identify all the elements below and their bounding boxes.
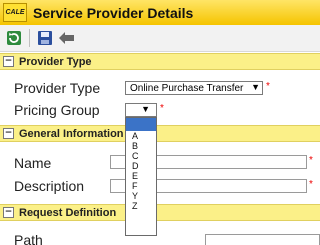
path-input[interactable] <box>205 234 320 245</box>
save-button[interactable] <box>35 28 55 48</box>
dropdown-option[interactable]: Z <box>126 201 156 211</box>
back-button[interactable] <box>57 28 77 48</box>
path-label: Path <box>14 232 43 245</box>
pricing-group-dropdown-list: A B C D E F Y Z <box>125 117 157 236</box>
dropdown-option[interactable]: F <box>126 181 156 191</box>
dropdown-arrow-icon: ▼ <box>141 104 150 114</box>
dropdown-option[interactable]: A <box>126 131 156 141</box>
section-request-definition[interactable]: − Request Definition <box>0 204 320 221</box>
provider-type-value: Online Purchase Transfer <box>130 82 244 94</box>
app-logo: CALE <box>3 3 27 22</box>
dropdown-option[interactable]: E <box>126 171 156 181</box>
name-label: Name <box>14 155 52 171</box>
collapse-icon[interactable]: − <box>3 207 14 218</box>
collapse-icon[interactable]: − <box>3 56 14 67</box>
section-title: Provider Type <box>19 55 92 68</box>
description-label: Description <box>14 178 85 194</box>
page-title: Service Provider Details <box>33 4 194 21</box>
required-marker: * <box>160 103 164 114</box>
refresh-button[interactable] <box>4 28 24 48</box>
pricing-group-select[interactable]: ▼ <box>125 103 157 117</box>
provider-type-label: Provider Type <box>14 80 101 96</box>
required-marker: * <box>309 155 313 166</box>
section-title: Request Definition <box>19 206 117 219</box>
required-marker: * <box>266 81 270 92</box>
dropdown-option[interactable]: C <box>126 151 156 161</box>
dropdown-option[interactable]: D <box>126 161 156 171</box>
dropdown-option[interactable]: B <box>126 141 156 151</box>
toolbar-separator <box>29 29 30 47</box>
section-title: General Information <box>19 127 124 140</box>
dropdown-option[interactable]: Y <box>126 191 156 201</box>
collapse-icon[interactable]: − <box>3 128 14 139</box>
toolbar <box>0 25 320 52</box>
title-bar: CALE Service Provider Details <box>0 0 320 25</box>
dropdown-arrow-icon: ▼ <box>251 82 260 92</box>
save-icon <box>38 31 52 45</box>
section-provider-type[interactable]: − Provider Type <box>0 53 320 70</box>
dropdown-option[interactable] <box>126 118 156 131</box>
section-general-information[interactable]: − General Information <box>0 125 320 142</box>
required-marker: * <box>309 179 313 190</box>
back-arrow-icon <box>59 32 74 44</box>
provider-type-select[interactable]: Online Purchase Transfer ▼ <box>125 81 263 95</box>
pricing-group-label: Pricing Group <box>14 102 100 118</box>
refresh-icon <box>7 31 21 45</box>
